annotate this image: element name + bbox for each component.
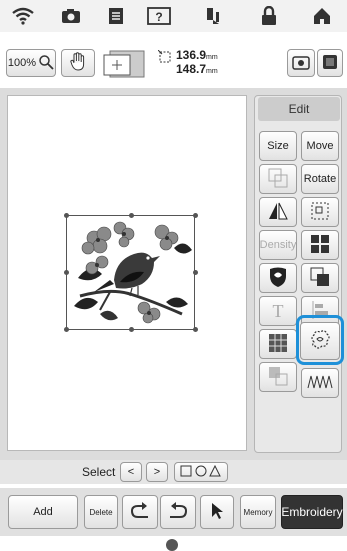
select-prev-button[interactable]: < bbox=[120, 462, 142, 482]
duplicate-icon bbox=[267, 365, 289, 390]
threading-icon[interactable] bbox=[202, 5, 228, 27]
magnifier-icon bbox=[38, 54, 54, 73]
resize-handle-top-left[interactable] bbox=[64, 213, 69, 218]
undo-icon bbox=[128, 501, 152, 524]
redo-button[interactable] bbox=[160, 495, 196, 529]
lock-icon[interactable] bbox=[256, 5, 282, 27]
border-icon bbox=[309, 200, 331, 225]
group-icon bbox=[267, 167, 289, 192]
select-label: Select bbox=[82, 465, 116, 479]
resize-handle-bottom-left[interactable] bbox=[64, 327, 69, 332]
home-indicator-icon[interactable] bbox=[166, 539, 178, 551]
embroidery-frame-icon bbox=[102, 45, 148, 82]
group-button[interactable] bbox=[259, 164, 297, 194]
duplicate-button[interactable] bbox=[259, 362, 297, 392]
delete-button[interactable]: Delete bbox=[84, 495, 118, 529]
embroidery-pattern[interactable] bbox=[70, 218, 194, 328]
multi-color-button[interactable] bbox=[301, 263, 339, 293]
embroidery-button[interactable]: Embroidery bbox=[281, 495, 343, 529]
redo-icon bbox=[166, 501, 190, 524]
hand-icon bbox=[69, 51, 87, 75]
edit-tab[interactable]: Edit bbox=[258, 97, 340, 121]
select-shape-button[interactable] bbox=[174, 462, 228, 482]
pattern-size-readout: 136.9mm 148.7mm bbox=[157, 48, 238, 78]
toolbar: 100% 136.9mm 148.7mm bbox=[0, 44, 347, 82]
camera-scan-button[interactable] bbox=[287, 49, 315, 77]
select-next-button[interactable]: > bbox=[146, 462, 168, 482]
camera-icon[interactable] bbox=[58, 5, 84, 27]
mirror-icon bbox=[267, 201, 289, 224]
memory-button[interactable]: Memory bbox=[240, 495, 276, 529]
applique-button[interactable] bbox=[259, 263, 297, 293]
highlight-frame bbox=[296, 315, 344, 365]
wifi-icon[interactable] bbox=[10, 5, 36, 27]
text-edit-button[interactable]: T bbox=[259, 296, 297, 326]
zoom-value: 100% bbox=[7, 57, 37, 69]
add-button[interactable]: Add bbox=[8, 495, 78, 529]
resize-handle-left[interactable] bbox=[64, 270, 69, 275]
zoom-button[interactable]: 100% bbox=[6, 49, 56, 77]
stippling-button[interactable] bbox=[259, 329, 297, 359]
help-icon[interactable]: ? bbox=[146, 5, 172, 27]
undo-button[interactable] bbox=[122, 495, 158, 529]
image-icon bbox=[322, 54, 338, 73]
background-image-button[interactable] bbox=[317, 49, 343, 77]
mirror-button[interactable] bbox=[259, 197, 297, 227]
array-icon bbox=[309, 233, 331, 258]
pattern-height: 148.7mm bbox=[176, 62, 218, 76]
move-button[interactable]: Move bbox=[301, 131, 339, 161]
status-bar: ? bbox=[0, 0, 347, 32]
select-pointer-button[interactable] bbox=[200, 495, 234, 529]
pointer-icon bbox=[209, 501, 225, 524]
shield-icon bbox=[268, 266, 288, 291]
size-icon bbox=[157, 49, 172, 69]
text-icon: T bbox=[272, 300, 284, 321]
frame-display-button[interactable] bbox=[102, 46, 148, 80]
home-icon[interactable] bbox=[309, 5, 335, 27]
multi-color-icon bbox=[309, 266, 331, 291]
shapes-icon bbox=[179, 464, 223, 481]
camera-icon bbox=[292, 54, 310, 73]
quilting-button[interactable] bbox=[301, 368, 339, 398]
zigzag-icon bbox=[307, 374, 333, 393]
hand-button[interactable] bbox=[61, 49, 95, 77]
svg-text:?: ? bbox=[155, 10, 162, 24]
pattern-width: 136.9mm bbox=[176, 48, 218, 62]
stippling-icon bbox=[267, 332, 289, 357]
document-icon[interactable] bbox=[103, 5, 129, 27]
array-button[interactable] bbox=[301, 230, 339, 260]
border-button[interactable] bbox=[301, 197, 339, 227]
rotate-button[interactable]: Rotate bbox=[301, 164, 339, 194]
density-button[interactable]: Density bbox=[259, 230, 297, 260]
size-button[interactable]: Size bbox=[259, 131, 297, 161]
